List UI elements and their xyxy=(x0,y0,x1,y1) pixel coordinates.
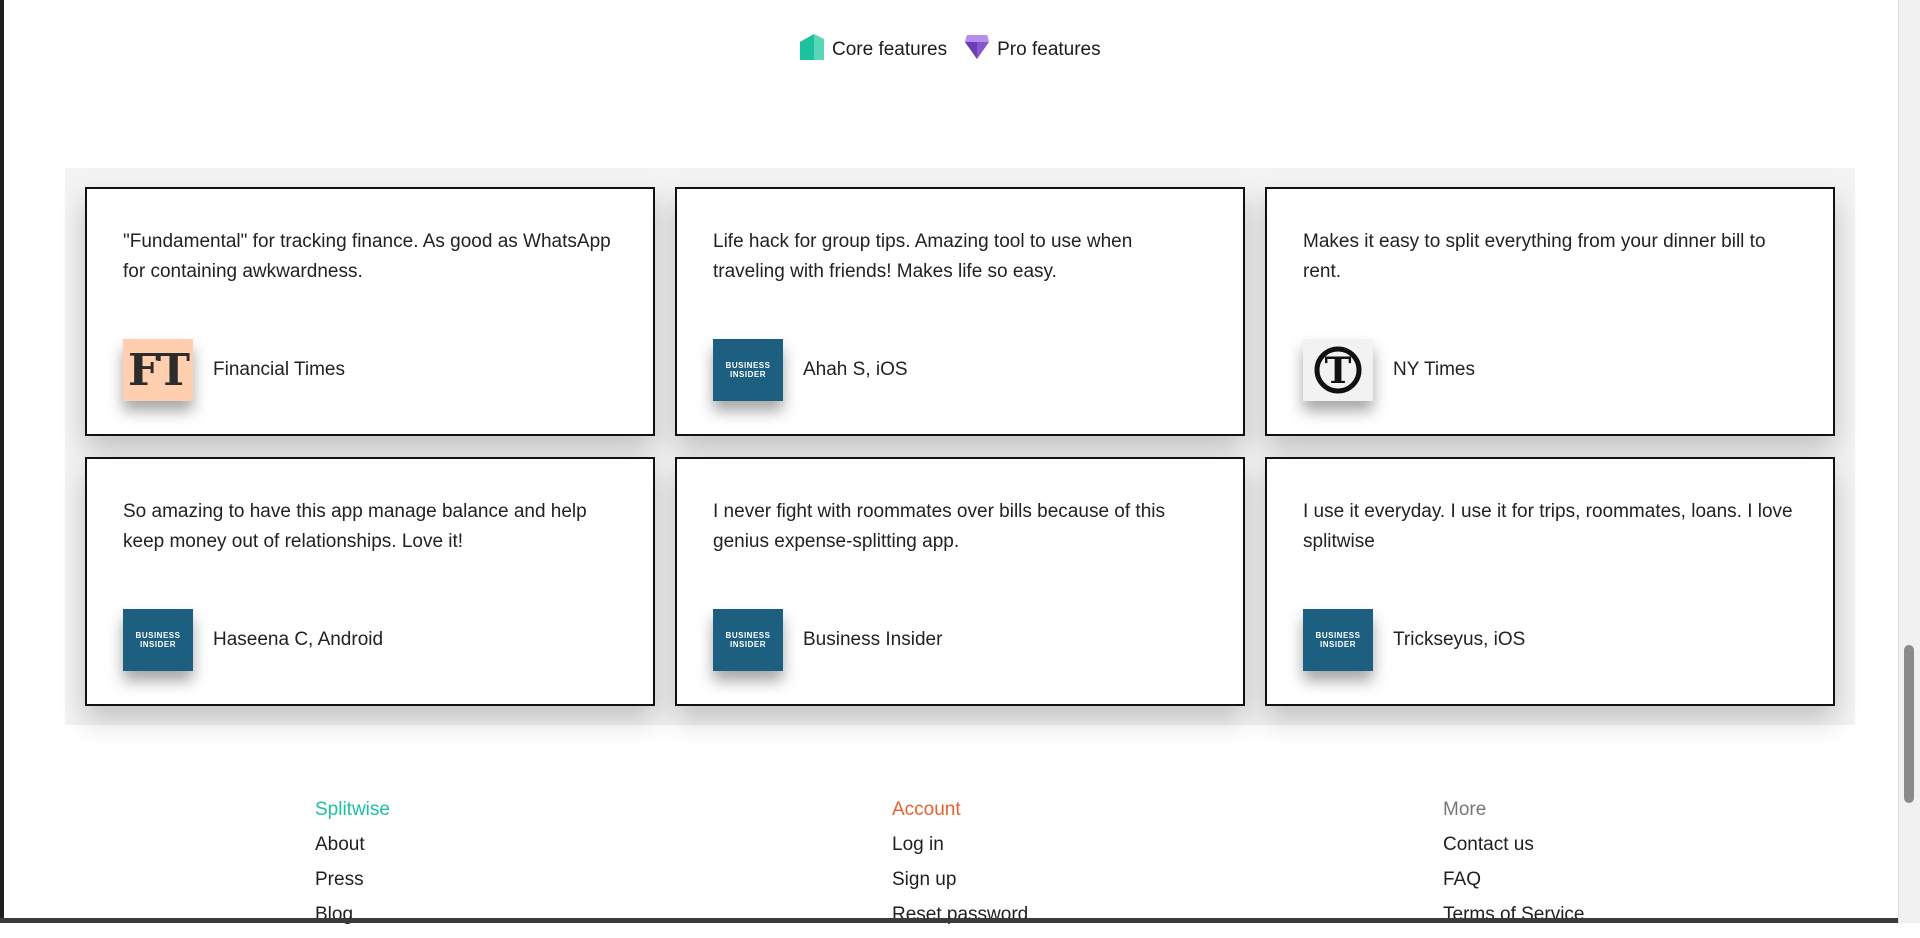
logo-text: BUSINESS INSIDER xyxy=(1315,631,1361,649)
testimonial-author: BUSINESS INSIDER Haseena C, Android xyxy=(123,609,383,671)
svg-text:T: T xyxy=(1325,350,1352,392)
footer-heading-more: More xyxy=(1443,799,1487,820)
logo-text: BUSINESS INSIDER xyxy=(135,631,181,649)
testimonial-card: I use it everyday. I use it for trips, r… xyxy=(1265,457,1835,706)
testimonial-quote: So amazing to have this app manage balan… xyxy=(123,501,587,552)
ft-logo: FT xyxy=(123,339,193,401)
footer-link-blog[interactable]: Blog xyxy=(315,903,390,927)
testimonial-author: FT Financial Times xyxy=(123,339,345,401)
nyt-logo: T xyxy=(1303,339,1373,401)
logo-text: FT xyxy=(128,344,190,396)
business-insider-logo: BUSINESS INSIDER xyxy=(713,609,783,671)
testimonial-card: Makes it easy to split everything from y… xyxy=(1265,187,1835,436)
legend-core-label: Core features xyxy=(832,39,948,60)
footer-heading-account: Account xyxy=(892,799,961,820)
author-name: Trickseyus, iOS xyxy=(1393,629,1526,650)
testimonial-quote: I use it everyday. I use it for trips, r… xyxy=(1303,501,1793,552)
testimonial-author: BUSINESS INSIDER Trickseyus, iOS xyxy=(1303,609,1525,671)
footer-link-faq[interactable]: FAQ xyxy=(1443,868,1584,892)
testimonial-quote: Makes it easy to split everything from y… xyxy=(1303,231,1766,282)
testimonial-quote: "Fundamental" for tracking finance. As g… xyxy=(123,231,611,282)
testimonial-author: BUSINESS INSIDER Business Insider xyxy=(713,609,942,671)
testimonial-author: BUSINESS INSIDER Ahah S, iOS xyxy=(713,339,908,401)
testimonial-card: "Fundamental" for tracking finance. As g… xyxy=(85,187,655,436)
legend-core: Core features xyxy=(800,34,947,66)
author-name: Business Insider xyxy=(803,629,943,650)
legend-pro: Pro features xyxy=(965,34,1101,66)
core-features-icon xyxy=(800,34,824,66)
author-name: Haseena C, Android xyxy=(213,629,384,650)
footer-link-sign-up[interactable]: Sign up xyxy=(892,868,1028,892)
business-insider-logo: BUSINESS INSIDER xyxy=(713,339,783,401)
pro-features-icon xyxy=(965,34,990,66)
testimonial-quote: Life hack for group tips. Amazing tool t… xyxy=(713,231,1133,282)
feature-legend: Core features Pro features xyxy=(800,34,1101,66)
footer-link-reset-password[interactable]: Reset password xyxy=(892,903,1028,927)
author-name: NY Times xyxy=(1393,359,1476,380)
scrollbar-thumb[interactable] xyxy=(1904,645,1914,803)
footer-heading-splitwise: Splitwise xyxy=(315,799,390,820)
testimonials-section: "Fundamental" for tracking finance. As g… xyxy=(65,168,1855,725)
business-insider-logo: BUSINESS INSIDER xyxy=(123,609,193,671)
footer-col-more: More Contact us FAQ Terms of Service xyxy=(1443,798,1584,938)
nyt-t-icon: T xyxy=(1314,346,1362,394)
footer-link-contact-us[interactable]: Contact us xyxy=(1443,833,1584,857)
testimonial-quote: I never fight with roommates over bills … xyxy=(713,501,1165,552)
footer-link-log-in[interactable]: Log in xyxy=(892,833,1028,857)
footer-link-press[interactable]: Press xyxy=(315,868,390,892)
testimonial-author: T NY Times xyxy=(1303,339,1475,401)
legend-pro-label: Pro features xyxy=(997,39,1101,60)
window-left-edge xyxy=(0,0,4,923)
footer-link-terms[interactable]: Terms of Service xyxy=(1443,903,1584,927)
testimonial-card: I never fight with roommates over bills … xyxy=(675,457,1245,706)
logo-text: BUSINESS INSIDER xyxy=(725,631,771,649)
footer-col-splitwise: Splitwise About Press Blog xyxy=(315,798,390,938)
business-insider-logo: BUSINESS INSIDER xyxy=(1303,609,1373,671)
vertical-scrollbar[interactable] xyxy=(1898,0,1920,923)
footer-link-about[interactable]: About xyxy=(315,833,390,857)
testimonial-grid: "Fundamental" for tracking finance. As g… xyxy=(85,187,1835,706)
logo-text: BUSINESS INSIDER xyxy=(725,361,771,379)
author-name: Financial Times xyxy=(213,359,345,380)
window-bottom-edge xyxy=(0,918,1898,923)
footer-col-account: Account Log in Sign up Reset password xyxy=(892,798,1028,938)
author-name: Ahah S, iOS xyxy=(803,359,908,380)
testimonial-card: Life hack for group tips. Amazing tool t… xyxy=(675,187,1245,436)
testimonial-card: So amazing to have this app manage balan… xyxy=(85,457,655,706)
